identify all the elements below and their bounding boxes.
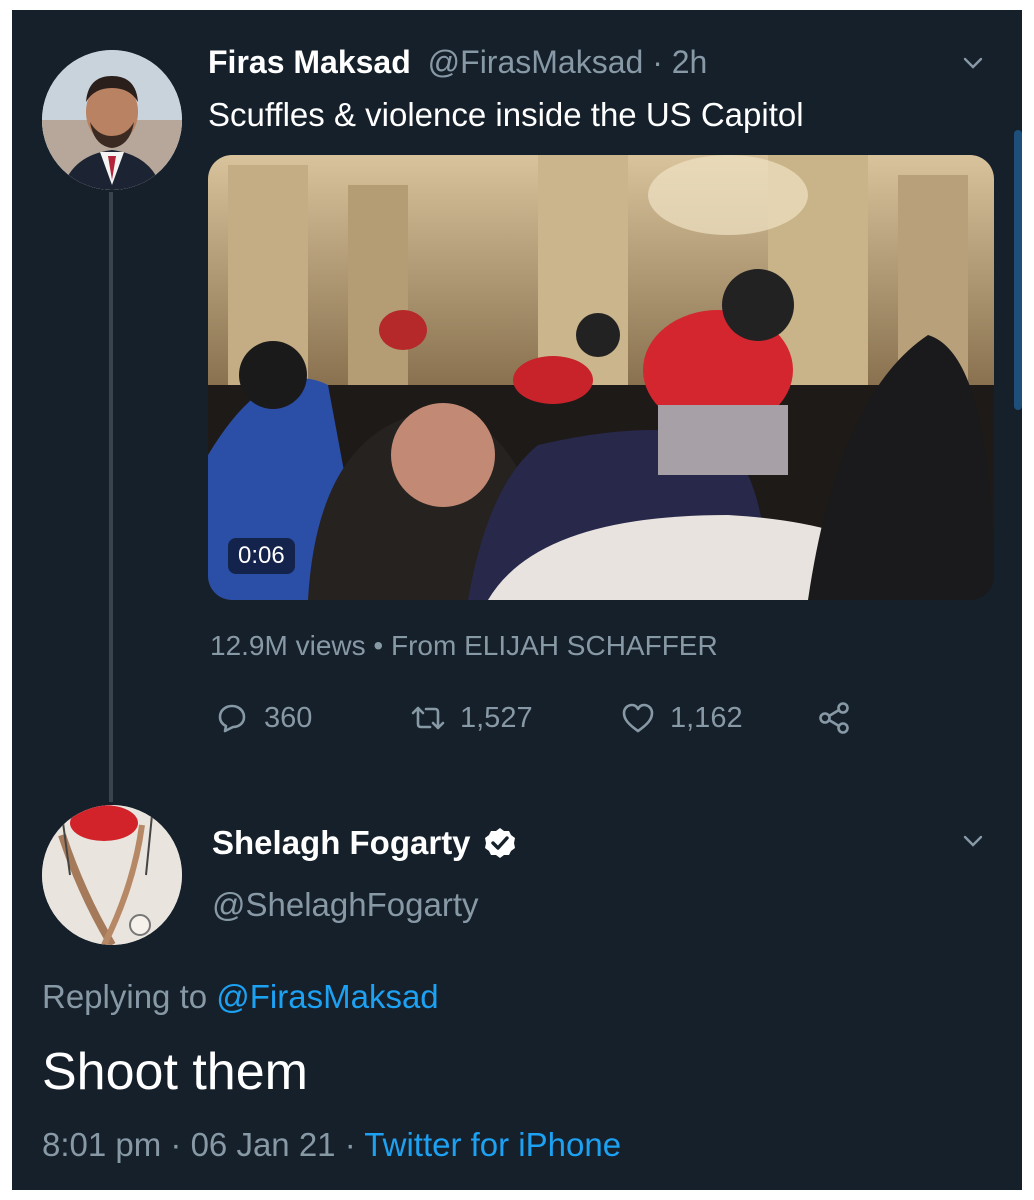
retweet-count: 1,527 <box>460 701 533 734</box>
retweet-button[interactable]: 1,527 <box>410 700 533 736</box>
tweet-actions: 360 1,527 1,162 <box>210 700 910 740</box>
video-player[interactable]: 0:06 <box>208 155 994 600</box>
reply-icon <box>218 704 246 733</box>
chevron-down-icon[interactable] <box>962 830 984 852</box>
reply-button[interactable]: 360 <box>214 700 312 736</box>
reply-meta: 8:01 pm · 06 Jan 21 · Twitter for iPhone <box>42 1126 621 1164</box>
reply-author-name[interactable]: Shelagh Fogarty <box>212 824 471 862</box>
heart-icon <box>622 703 654 733</box>
chevron-down-icon[interactable] <box>962 52 984 74</box>
reply-count: 360 <box>264 701 313 734</box>
reply-date: 06 Jan 21 <box>190 1126 336 1163</box>
views-separator: • <box>365 630 391 661</box>
author-name[interactable]: Firas Maksad <box>208 44 411 80</box>
reply-author-line: Shelagh Fogarty <box>212 824 517 862</box>
tweet-text: Scuffles & violence inside the US Capito… <box>208 96 804 133</box>
meta-separator-1: · <box>161 1126 191 1163</box>
like-button[interactable]: 1,162 <box>620 700 743 736</box>
retweet-icon <box>411 706 445 730</box>
share-icon <box>819 702 849 734</box>
scroll-indicator[interactable] <box>1014 130 1022 410</box>
avatar-photo <box>42 50 182 190</box>
video-source[interactable]: From ELIJAH SCHAFFER <box>391 630 718 661</box>
author-handle[interactable]: @FirasMaksad <box>428 44 644 80</box>
tweet-header: Firas Maksad @FirasMaksad · 2h <box>208 44 707 81</box>
share-button[interactable] <box>816 700 866 736</box>
tweet-thread: Firas Maksad @FirasMaksad · 2h Scuffles … <box>12 10 1022 1190</box>
reply-time: 8:01 pm <box>42 1126 162 1163</box>
replying-to-mention[interactable]: @FirasMaksad <box>216 978 438 1015</box>
view-count: 12.9M views <box>210 630 366 661</box>
header-separator: · <box>643 44 672 80</box>
verified-badge-icon <box>484 828 515 858</box>
replying-prefix: Replying to <box>42 978 217 1015</box>
view-count-line: 12.9M views • From ELIJAH SCHAFFER <box>210 630 718 662</box>
like-count: 1,162 <box>670 701 743 734</box>
avatar-shelagh-fogarty[interactable] <box>42 805 182 945</box>
avatar-photo <box>42 805 182 945</box>
replying-to-line: Replying to @FirasMaksad <box>42 978 439 1016</box>
thread-connector-line <box>109 192 113 802</box>
reply-text: Shoot them <box>42 1043 308 1101</box>
video-duration: 0:06 <box>228 538 295 574</box>
reply-client[interactable]: Twitter for iPhone <box>364 1126 621 1163</box>
reply-author-handle[interactable]: @ShelaghFogarty <box>212 886 478 924</box>
avatar-firas-maksad[interactable] <box>42 50 182 190</box>
video-frame <box>208 155 994 600</box>
tweet-time[interactable]: 2h <box>672 44 708 80</box>
meta-separator-2: · <box>335 1126 365 1163</box>
